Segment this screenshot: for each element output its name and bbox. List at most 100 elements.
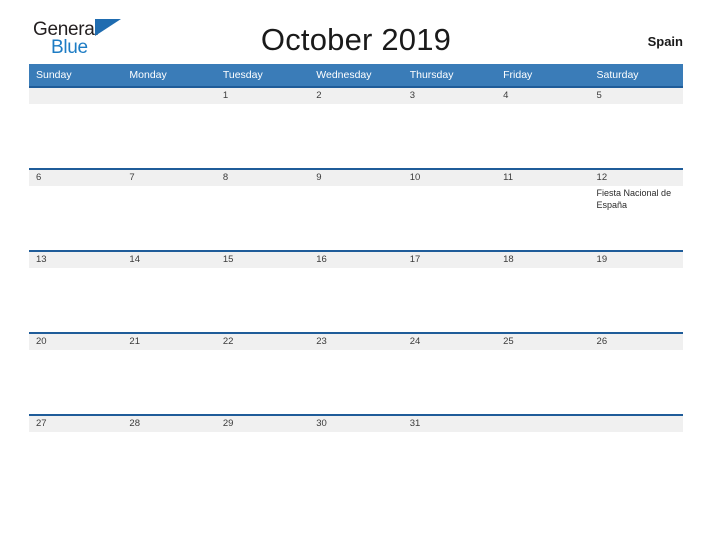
day-cell-inner: 17 (402, 252, 497, 332)
triangle-flag-icon (95, 19, 121, 36)
calendar-day-cell[interactable]: 8 (215, 168, 310, 251)
calendar-day-cell[interactable]: 15 (215, 250, 310, 333)
weekday-header-sunday: Sunday (29, 64, 123, 87)
calendar-day-cell[interactable]: 22 (215, 332, 310, 415)
day-cell-inner (122, 88, 216, 168)
day-cell-inner: 9 (309, 170, 403, 250)
day-cell-inner: 5 (589, 88, 683, 168)
day-cell-inner: 3 (402, 88, 497, 168)
day-number: 5 (589, 88, 683, 104)
calendar-body: 1 2 3 4 5 6 7 8 9 10 11 12 Fiesta Nacional de España… (29, 86, 683, 496)
calendar-day-cell[interactable]: 2 (309, 86, 403, 169)
day-number: 14 (122, 252, 216, 268)
day-number (496, 416, 590, 432)
day-number: 7 (122, 170, 216, 186)
calendar-day-cell[interactable]: 24 (402, 332, 497, 415)
weekday-header-friday: Friday (496, 64, 590, 87)
calendar-day-cell[interactable]: 25 (496, 332, 590, 415)
calendar-day-cell[interactable] (29, 86, 123, 169)
day-number: 3 (402, 88, 497, 104)
day-cell-inner: 18 (496, 252, 590, 332)
day-number: 25 (496, 334, 590, 350)
day-cell-inner: 1 (215, 88, 310, 168)
calendar-week-row: 20 21 22 23 24 25 26 (29, 332, 683, 415)
day-number: 1 (215, 88, 310, 104)
day-cell-inner: 11 (496, 170, 590, 250)
day-cell-inner: 4 (496, 88, 590, 168)
day-number: 20 (29, 334, 123, 350)
day-number: 8 (215, 170, 310, 186)
day-number: 4 (496, 88, 590, 104)
day-cell-inner: 31 (402, 416, 497, 496)
calendar-day-cell[interactable]: 10 (402, 168, 497, 251)
calendar-day-cell[interactable]: 17 (402, 250, 497, 333)
calendar-week-row: 6 7 8 9 10 11 12 Fiesta Nacional de España (29, 168, 683, 251)
calendar-day-cell[interactable]: 16 (309, 250, 403, 333)
calendar-day-cell[interactable]: 21 (122, 332, 216, 415)
calendar-day-cell[interactable]: 29 (215, 414, 310, 496)
day-cell-inner: 8 (215, 170, 310, 250)
day-number (29, 88, 123, 104)
day-cell-inner (589, 416, 683, 496)
day-number: 24 (402, 334, 497, 350)
calendar-page: General Blue October 2019 Spain Sunday M… (0, 0, 712, 550)
day-number: 17 (402, 252, 497, 268)
day-cell-inner: 29 (215, 416, 310, 496)
weekday-header-tuesday: Tuesday (215, 64, 310, 87)
calendar-day-cell[interactable]: 13 (29, 250, 123, 333)
day-events: Fiesta Nacional de España (590, 186, 683, 211)
day-cell-inner: 14 (122, 252, 216, 332)
calendar-day-cell[interactable]: 20 (29, 332, 123, 415)
day-cell-inner (29, 88, 123, 168)
calendar-day-cell[interactable]: 27 (29, 414, 123, 496)
day-number: 19 (589, 252, 683, 268)
weekday-header-thursday: Thursday (402, 64, 497, 87)
calendar-day-cell[interactable]: 31 (402, 414, 497, 496)
day-number: 18 (496, 252, 590, 268)
calendar-day-cell[interactable]: 6 (29, 168, 123, 251)
calendar-day-cell[interactable]: 26 (589, 332, 683, 415)
calendar-day-cell[interactable]: 3 (402, 86, 497, 169)
weekday-header-wednesday: Wednesday (309, 64, 403, 87)
day-cell-inner (496, 416, 590, 496)
calendar-day-cell[interactable]: 12 Fiesta Nacional de España (589, 168, 683, 251)
day-number (589, 416, 683, 432)
calendar-day-cell[interactable] (496, 414, 590, 496)
calendar-day-cell[interactable]: 4 (496, 86, 590, 169)
day-number: 6 (29, 170, 123, 186)
page-header: General Blue October 2019 Spain (29, 0, 683, 58)
calendar-week-row: 12345 (29, 86, 683, 169)
calendar-day-cell[interactable] (122, 86, 216, 169)
day-cell-inner: 12 Fiesta Nacional de España (589, 170, 683, 250)
day-cell-inner: 16 (309, 252, 403, 332)
day-number: 16 (309, 252, 403, 268)
calendar-day-cell[interactable]: 7 (122, 168, 216, 251)
day-cell-inner: 10 (402, 170, 497, 250)
day-cell-inner: 22 (215, 334, 310, 414)
calendar-day-cell[interactable]: 28 (122, 414, 216, 496)
calendar-day-cell[interactable]: 30 (309, 414, 403, 496)
calendar-week-row: 27 28 29 30 31 (29, 414, 683, 496)
day-cell-inner: 24 (402, 334, 497, 414)
weekday-header-monday: Monday (122, 64, 216, 87)
day-cell-inner: 23 (309, 334, 403, 414)
calendar-day-cell[interactable]: 9 (309, 168, 403, 251)
calendar-day-cell[interactable]: 18 (496, 250, 590, 333)
calendar-day-cell[interactable]: 19 (589, 250, 683, 333)
calendar-day-cell[interactable]: 5 (589, 86, 683, 169)
weekday-header-saturday: Saturday (589, 64, 683, 87)
day-cell-inner: 15 (215, 252, 310, 332)
day-cell-inner: 20 (29, 334, 123, 414)
calendar-day-cell[interactable]: 14 (122, 250, 216, 333)
calendar-grid: Sunday Monday Tuesday Wednesday Thursday… (29, 64, 683, 496)
day-number: 23 (309, 334, 403, 350)
general-blue-logo[interactable]: General Blue (29, 16, 149, 60)
day-number: 13 (29, 252, 123, 268)
day-number: 12 (589, 170, 683, 186)
day-cell-inner: 30 (309, 416, 403, 496)
calendar-day-cell[interactable]: 23 (309, 332, 403, 415)
calendar-day-cell[interactable] (589, 414, 683, 496)
day-number (122, 88, 216, 104)
calendar-day-cell[interactable]: 11 (496, 168, 590, 251)
calendar-day-cell[interactable]: 1 (215, 86, 310, 169)
